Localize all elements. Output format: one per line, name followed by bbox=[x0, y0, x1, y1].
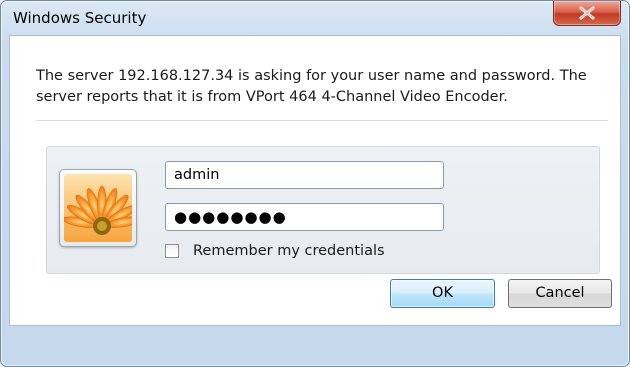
security-dialog: Windows Security The server 192.168.127.… bbox=[0, 0, 630, 367]
title-bar: Windows Security bbox=[1, 1, 629, 35]
remember-label: Remember my credentials bbox=[193, 243, 385, 259]
close-button[interactable] bbox=[553, 1, 621, 26]
username-field[interactable] bbox=[165, 161, 444, 189]
remember-credentials-row[interactable]: Remember my credentials bbox=[165, 241, 385, 261]
password-field[interactable] bbox=[165, 203, 444, 231]
divider bbox=[36, 120, 608, 121]
server-message: The server 192.168.127.34 is asking for … bbox=[36, 68, 587, 105]
window-title: Windows Security bbox=[13, 9, 147, 27]
cancel-button[interactable]: Cancel bbox=[508, 279, 612, 308]
close-icon bbox=[579, 6, 595, 20]
remember-checkbox[interactable] bbox=[165, 244, 179, 258]
credential-tile: Remember my credentials bbox=[46, 146, 600, 274]
ok-button[interactable]: OK bbox=[390, 279, 495, 308]
user-tile-flower-icon bbox=[59, 169, 137, 247]
